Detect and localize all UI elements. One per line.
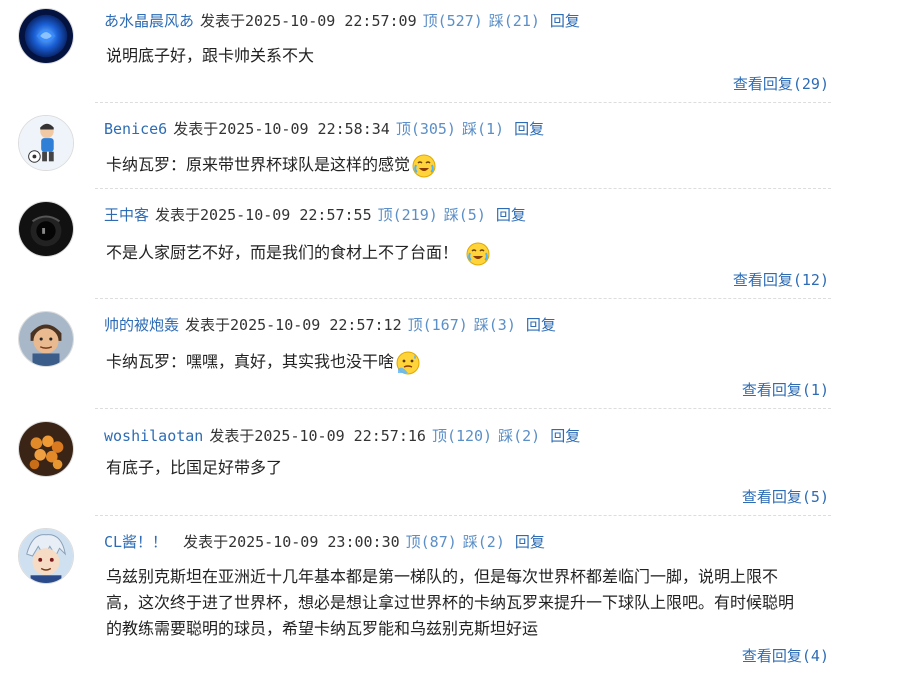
view-replies-link[interactable]: 查看回复(29) bbox=[733, 74, 829, 94]
dark-avatar-icon bbox=[19, 202, 73, 256]
post-time: 发表于2025-10-09 22:58:34 bbox=[173, 120, 390, 138]
comment-line: 有底子，比国足好带多了 bbox=[106, 458, 283, 477]
comment-line: 卡纳瓦罗：原来带世界杯球队是这样的感觉 bbox=[106, 155, 411, 174]
username-link[interactable]: あ水晶晨风あ bbox=[104, 12, 194, 30]
reply-link[interactable]: 回复 bbox=[550, 12, 580, 30]
reply-link[interactable]: 回复 bbox=[526, 316, 556, 334]
comment-line: 的教练需要聪明的球员，希望卡纳瓦罗能和乌兹别克斯坦好运 bbox=[106, 619, 539, 638]
user-avatar[interactable] bbox=[18, 311, 74, 367]
comment-line: 高，这次终于进了世界杯，想必是想让拿过世界杯的卡纳瓦罗来提升一下球队上限吧。有时… bbox=[106, 593, 795, 612]
divider bbox=[95, 515, 831, 516]
upvote-link[interactable]: 顶(305) bbox=[396, 120, 456, 138]
upvote-link[interactable]: 顶(87) bbox=[406, 533, 457, 551]
divider bbox=[95, 188, 831, 189]
comment-text: 卡纳瓦罗：原来带世界杯球队是这样的感觉 bbox=[106, 152, 832, 178]
username-link[interactable]: 帅的被炮轰 bbox=[104, 316, 179, 334]
upvote-link[interactable]: 顶(219) bbox=[378, 206, 438, 224]
user-avatar[interactable] bbox=[18, 528, 74, 584]
downvote-link[interactable]: 踩(3) bbox=[474, 316, 516, 334]
username-link[interactable]: Benice6 bbox=[104, 120, 167, 138]
comment-text: 有底子，比国足好带多了 bbox=[106, 455, 832, 481]
downvote-link[interactable]: 踩(1) bbox=[462, 120, 504, 138]
crying-laugh-emoji-icon bbox=[466, 242, 490, 266]
user-avatar[interactable] bbox=[18, 421, 74, 477]
username-link[interactable]: woshilaotan bbox=[104, 427, 203, 445]
divider bbox=[95, 408, 831, 409]
comment-line: 乌兹别克斯坦在亚洲近十几年基本都是第一梯队的，但是每次世界杯都差临门一脚，说明上… bbox=[106, 567, 779, 586]
username-link[interactable]: CL酱！！ bbox=[104, 533, 167, 551]
soccer-player-avatar-icon bbox=[19, 116, 73, 170]
upvote-link[interactable]: 顶(527) bbox=[423, 12, 483, 30]
reply-link[interactable]: 回复 bbox=[550, 427, 580, 445]
post-time: 发表于2025-10-09 22:57:09 bbox=[200, 12, 417, 30]
user-avatar[interactable] bbox=[18, 8, 74, 64]
comment-line: 不是人家厨艺不好，而是我们的食材上不了台面！ bbox=[106, 243, 459, 262]
blue-rose-avatar-icon bbox=[19, 9, 73, 63]
comment-text: 卡纳瓦罗：嘿嘿，真好，其实我也没干啥 bbox=[106, 349, 832, 375]
crying-laugh-emoji-icon bbox=[412, 154, 436, 178]
view-replies-link[interactable]: 查看回复(4) bbox=[742, 646, 829, 666]
post-time: 发表于2025-10-09 22:57:16 bbox=[209, 427, 426, 445]
cartoon-man-avatar-icon bbox=[19, 312, 73, 366]
comment-line: 卡纳瓦罗：嘿嘿，真好，其实我也没干啥 bbox=[106, 352, 395, 371]
comment-line: 说明底子好，跟卡帅关系不大 bbox=[106, 46, 315, 65]
post-time: 发表于2025-10-09 22:57:55 bbox=[155, 206, 372, 224]
awkward-sweat-emoji-icon bbox=[396, 351, 420, 375]
post-time: 发表于2025-10-09 22:57:12 bbox=[185, 316, 402, 334]
downvote-link[interactable]: 踩(21) bbox=[489, 12, 540, 30]
view-replies-link[interactable]: 查看回复(12) bbox=[733, 270, 829, 290]
downvote-link[interactable]: 踩(5) bbox=[444, 206, 486, 224]
post-time: 发表于2025-10-09 23:00:30 bbox=[183, 533, 400, 551]
reply-link[interactable]: 回复 bbox=[514, 120, 544, 138]
comment-text: 乌兹别克斯坦在亚洲近十几年基本都是第一梯队的，但是每次世界杯都差临门一脚，说明上… bbox=[106, 564, 832, 642]
downvote-link[interactable]: 踩(2) bbox=[498, 427, 540, 445]
divider bbox=[95, 102, 831, 103]
reply-link[interactable]: 回复 bbox=[515, 533, 545, 551]
user-avatar[interactable] bbox=[18, 201, 74, 257]
divider bbox=[95, 298, 831, 299]
upvote-link[interactable]: 顶(120) bbox=[432, 427, 492, 445]
username-link[interactable]: 王中客 bbox=[104, 206, 149, 224]
upvote-link[interactable]: 顶(167) bbox=[408, 316, 468, 334]
food-avatar-icon bbox=[19, 422, 73, 476]
anime-character-avatar-icon bbox=[19, 529, 73, 583]
downvote-link[interactable]: 踩(2) bbox=[463, 533, 505, 551]
view-replies-link[interactable]: 查看回复(1) bbox=[742, 380, 829, 400]
comment-text: 不是人家厨艺不好，而是我们的食材上不了台面！ bbox=[106, 240, 832, 266]
view-replies-link[interactable]: 查看回复(5) bbox=[742, 487, 829, 507]
reply-link[interactable]: 回复 bbox=[496, 206, 526, 224]
user-avatar[interactable] bbox=[18, 115, 74, 171]
comment-text: 说明底子好，跟卡帅关系不大 bbox=[106, 43, 832, 69]
